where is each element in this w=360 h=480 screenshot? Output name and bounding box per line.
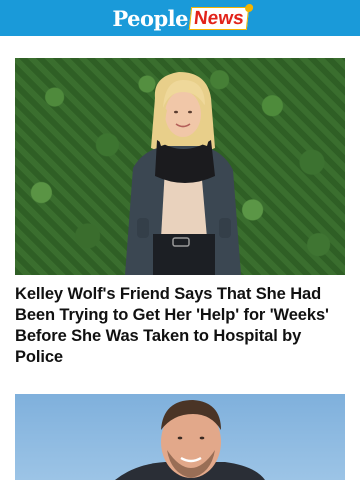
- site-header: People News: [0, 0, 360, 36]
- article-card[interactable]: [15, 394, 345, 480]
- logo-people-text: People: [112, 5, 188, 31]
- man-portrait-image: [115, 400, 265, 480]
- article-headline[interactable]: Kelley Wolf's Friend Says That She Had B…: [15, 284, 345, 368]
- people-news-logo[interactable]: People News: [112, 4, 249, 32]
- article-photo[interactable]: [15, 394, 345, 480]
- article-photo[interactable]: [15, 58, 345, 275]
- article-card[interactable]: Kelley Wolf's Friend Says That She Had B…: [15, 58, 345, 368]
- woman-portrait-image: [125, 72, 241, 275]
- logo-news-badge: News: [188, 6, 249, 30]
